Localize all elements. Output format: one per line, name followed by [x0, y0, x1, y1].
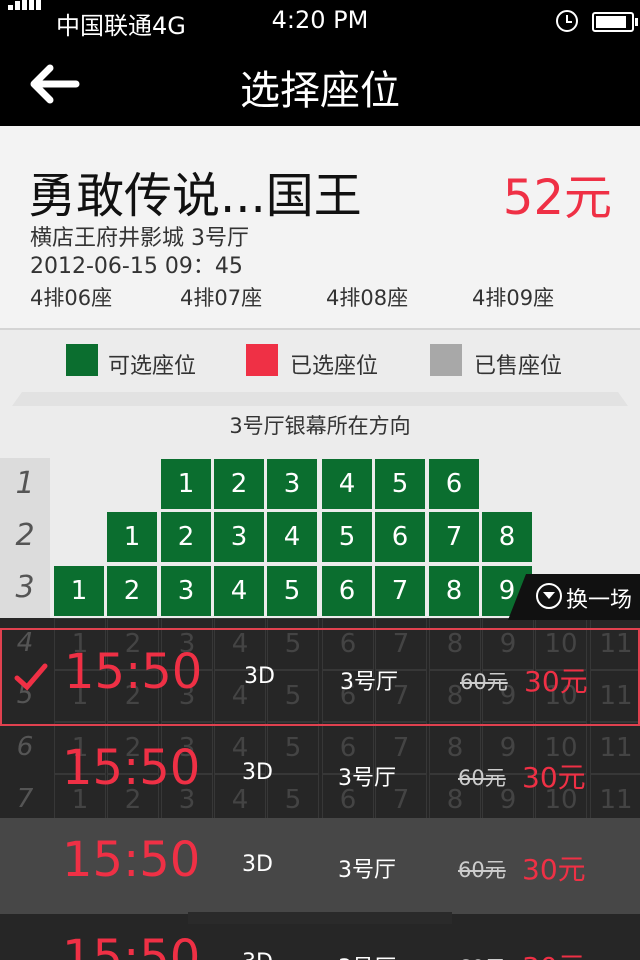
legend-label: 已选座位 — [290, 354, 379, 379]
switch-session-label: 换一场 — [566, 588, 633, 613]
session-price: 30元 — [524, 665, 588, 698]
seat[interactable]: 6 — [375, 512, 425, 562]
legend-label: 可选座位 — [108, 354, 197, 379]
row-number: 1 — [0, 458, 50, 510]
row-number: 3 — [0, 562, 50, 618]
seat-legend: 可选座位 已选座位 已售座位 — [0, 330, 640, 392]
show-datetime: 2012-06-15 09：45 — [30, 254, 243, 279]
movie-title: 勇敢传说...国王 — [28, 168, 362, 224]
seat[interactable]: 3 — [214, 512, 264, 562]
session-format: 3D — [242, 760, 273, 785]
session-original-price: 60元 — [458, 858, 506, 882]
checkmark-icon — [14, 663, 48, 691]
session-hall: 3号厅 — [338, 950, 396, 960]
session-price: 30元 — [522, 946, 586, 960]
seat[interactable]: 4 — [267, 512, 317, 562]
battery-icon — [592, 12, 638, 32]
seat[interactable]: 1 — [161, 459, 211, 509]
screen-indicator — [12, 392, 628, 406]
selected-seat-label: 4排07座 — [180, 286, 263, 310]
session-time: 15:50 — [64, 644, 203, 700]
seat[interactable]: 2 — [107, 566, 157, 616]
session-option[interactable]: 15:50 3D 3号厅 60元 30元 — [0, 726, 640, 820]
seat[interactable]: 8 — [482, 512, 532, 562]
seat[interactable]: 4 — [322, 459, 372, 509]
session-option[interactable]: 15:50 3D 3号厅 60元 30元 — [0, 818, 640, 914]
seat[interactable]: 3 — [161, 566, 211, 616]
movie-info-panel: 勇敢传说...国王 52元 横店王府井影城 3号厅 2012-06-15 09：… — [0, 126, 640, 330]
seat[interactable]: 2 — [214, 459, 264, 509]
status-time: 4:20 PM — [271, 6, 369, 34]
seat[interactable]: 1 — [54, 566, 104, 616]
session-price: 30元 — [522, 761, 586, 794]
seat[interactable]: 6 — [322, 566, 372, 616]
sold-seat-swatch — [430, 344, 462, 376]
session-format: 3D — [242, 852, 273, 877]
screen-direction-label: 3号厅银幕所在方向 — [229, 414, 411, 438]
selected-seat-label: 4排09座 — [472, 286, 555, 310]
session-original-price: 60元 — [458, 952, 506, 960]
seat[interactable]: 5 — [267, 566, 317, 616]
session-hall: 3号厅 — [340, 670, 398, 695]
seat[interactable]: 1 — [107, 512, 157, 562]
nav-bar: 选择座位 — [0, 42, 640, 126]
session-format: 3D — [244, 664, 275, 689]
seat[interactable]: 5 — [322, 512, 372, 562]
session-time: 15:50 — [62, 740, 201, 796]
available-seat-swatch — [66, 344, 98, 376]
session-hall: 3号厅 — [338, 766, 396, 791]
seat[interactable]: 2 — [161, 512, 211, 562]
session-hall: 3号厅 — [338, 858, 396, 883]
seat[interactable]: 3 — [267, 459, 317, 509]
session-original-price: 60元 — [458, 766, 506, 790]
seat[interactable]: 4 — [214, 566, 264, 616]
alarm-clock-icon — [556, 10, 578, 32]
session-price: 30元 — [522, 853, 586, 886]
chevron-down-circle-icon — [536, 583, 562, 609]
session-time: 15:50 — [62, 930, 201, 960]
session-time: 15:50 — [62, 832, 201, 888]
ticket-price: 52元 — [502, 170, 612, 226]
seat[interactable]: 6 — [429, 459, 479, 509]
page-title: 选择座位 — [240, 68, 400, 114]
selected-seat-label: 4排08座 — [326, 286, 409, 310]
seat[interactable]: 7 — [429, 512, 479, 562]
session-format: 3D — [242, 950, 273, 960]
seat[interactable]: 8 — [429, 566, 479, 616]
switch-session-button[interactable]: 换一场 — [508, 574, 640, 620]
seat[interactable]: 7 — [375, 566, 425, 616]
session-option-selected[interactable]: 15:50 3D 3号厅 60元 30元 — [0, 628, 640, 726]
session-panel: 4 1 2 3 4 5 6 7 8 9 10 11 5 1 2 3 4 5 6 7 8 9 10 11 6 1 2 3 4 5 6 7 8 9 10… — [0, 618, 640, 960]
scroll-handle[interactable] — [188, 912, 452, 924]
selected-seat-swatch — [246, 344, 278, 376]
selected-seat-label: 4排06座 — [30, 286, 113, 310]
legend-label: 已售座位 — [474, 354, 563, 379]
status-bar: 中国联通4G 4:20 PM — [0, 0, 640, 42]
row-number: 2 — [0, 510, 50, 562]
session-original-price: 60元 — [460, 670, 508, 694]
seat[interactable]: 5 — [375, 459, 425, 509]
